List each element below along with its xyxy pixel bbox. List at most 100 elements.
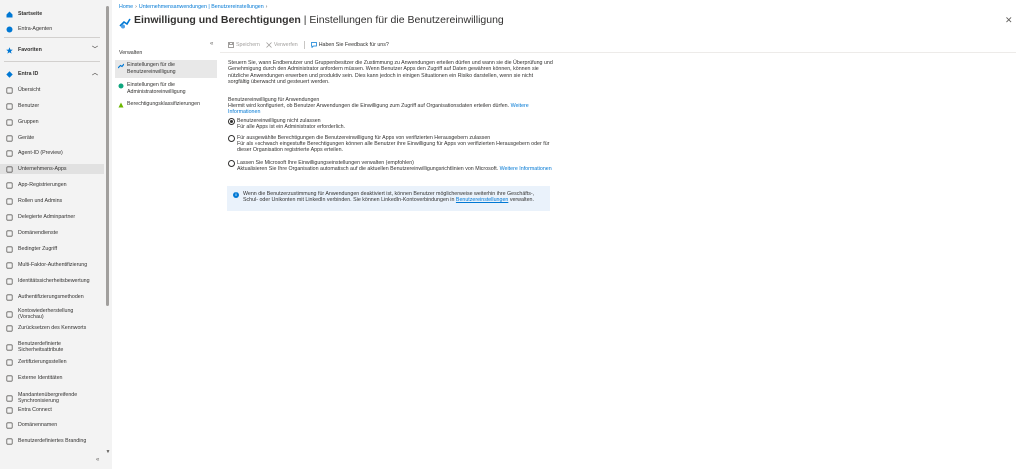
nav-item-label: Delegierte Adminpartner	[18, 214, 76, 220]
domain-services-icon	[3, 228, 15, 238]
nav-item-label: Externe Identitäten	[18, 375, 63, 381]
nav-item-rollen-und-admins[interactable]: Rollen und Admins	[0, 196, 104, 206]
scroll-down-icon[interactable]: ▼	[104, 449, 112, 455]
nav-item-favoriten[interactable]: Favoriten ﹀	[0, 45, 104, 55]
nav-item-label: Übersicht	[18, 87, 41, 93]
nav-item-label: Kontowiederherstellung (Vorschau)	[18, 308, 74, 320]
chevron-up-icon[interactable]: ︿	[92, 69, 98, 79]
nav-item-label: Zertifizierungsstellen	[18, 359, 67, 365]
blade-nav-item-user-consent[interactable]: Einstellungen für die Benutzereinwilligu…	[115, 60, 217, 78]
nav-item-kontowiederherstellung-vorschau[interactable]: Kontowiederherstellung (Vorschau)	[0, 307, 104, 321]
nav-item-entra-agenten[interactable]: Entra-Agenten	[0, 24, 104, 34]
nav-item-benutzerdefiniertes-branding[interactable]: Benutzerdefiniertes Branding	[0, 436, 104, 446]
nav-item-benutzer[interactable]: Benutzer	[0, 101, 104, 111]
nav-item-externe-identitäten[interactable]: Externe Identitäten	[0, 373, 104, 383]
star-icon	[3, 45, 15, 55]
nav-item-identitätssicherheitsbewertung[interactable]: Identitätssicherheitsbewertung	[0, 276, 104, 286]
nav-item-authentifizierungsmethoden[interactable]: Authentifizierungsmethoden	[0, 292, 104, 302]
user-settings-link[interactable]: Benutzereinstellungen	[456, 197, 508, 203]
nav-item-label: Gruppen	[18, 119, 39, 125]
home-icon	[3, 9, 15, 19]
blade-nav-item-classifications[interactable]: Berechtigungsklassifizierungen	[115, 101, 217, 109]
blade-nav-label: Einstellungen für die Administratoreinwi…	[127, 82, 186, 95]
nav-item-label: Mandantenübergreifende Synchronisierung	[18, 392, 78, 404]
conditional-access-icon	[3, 244, 15, 254]
group-icon	[3, 117, 15, 127]
consent-icon	[115, 62, 127, 78]
diamond-icon	[3, 69, 15, 79]
mfa-icon	[3, 260, 15, 270]
admin-consent-icon	[115, 82, 127, 97]
nav-item-app-registrierungen[interactable]: App-Registrierungen	[0, 180, 104, 190]
partner-icon	[3, 212, 15, 222]
nav-item-label: Startseite	[18, 11, 43, 17]
nav-item-label: Domänennamen	[18, 422, 58, 428]
nav-scrollbar-thumb[interactable]	[106, 6, 109, 306]
option-verified-desc: Für als »schwach eingestufte Berechtigun…	[237, 141, 550, 154]
nav-item-zertifizierungsstellen[interactable]: Zertifizierungsstellen	[0, 357, 104, 367]
nav-item-bedingter-zugriff[interactable]: Bedingter Zugriff	[0, 244, 104, 254]
nav-item-übersicht[interactable]: Übersicht	[0, 85, 104, 95]
app-root: Startseite Entra-Agenten Favoriten ﹀ Entra I…	[0, 0, 1024, 469]
radio-no-consent[interactable]	[228, 118, 235, 125]
nav-item-label: Domänendienste	[18, 230, 59, 236]
cross-tenant-sync-icon	[3, 393, 15, 403]
nav-item-entra-id[interactable]: Entra ID ︿	[0, 69, 104, 79]
breadcrumb-home[interactable]: Home	[119, 4, 133, 10]
info-icon: i	[233, 192, 239, 198]
option-no-consent-desc: Für alle Apps ist ein Administrator erfo…	[237, 124, 346, 130]
nav-item-gruppen[interactable]: Gruppen	[0, 117, 104, 127]
nav-item-label: Entra-Agenten	[18, 26, 53, 32]
nav-item-geräte[interactable]: Geräte	[0, 133, 104, 143]
nav-item-agent-id-preview[interactable]: Agent-ID (Preview)	[0, 148, 104, 158]
classification-icon	[115, 101, 127, 109]
device-icon	[3, 133, 15, 143]
nav-item-mandantenübergreifende-synchronisierung[interactable]: Mandantenübergreifende Synchronisierung	[0, 391, 104, 405]
nav-item-label: Multi-Faktor-Authentifizierung	[18, 262, 88, 268]
nav-item-unternehmens-apps[interactable]: Unternehmens-Apps	[0, 164, 104, 174]
feedback-icon	[310, 42, 317, 48]
nav-item-domänendienste[interactable]: Domänendienste	[0, 228, 104, 238]
nav-item-label: Benutzerdefinierte Sicherheitsattribute	[18, 341, 64, 353]
nav-item-label: Identitätssicherheitsbewertung	[18, 278, 90, 284]
nav-item-label: Favoriten	[18, 47, 42, 53]
collapse-menu-icon[interactable]: «	[210, 41, 213, 47]
close-button[interactable]: ✕	[1005, 15, 1013, 26]
nav-item-entra-connect[interactable]: Entra Connect	[0, 405, 104, 415]
chevron-down-icon[interactable]: ﹀	[92, 45, 98, 55]
nav-item-label: Entra Connect	[18, 407, 52, 413]
radio-verified-publishers[interactable]	[228, 135, 235, 142]
page-title: Einwilligung und Berechtigungen | Einste…	[134, 14, 504, 26]
discard-button[interactable]: Verwerfen	[266, 42, 298, 48]
feedback-button[interactable]: Haben Sie Feedback für uns?	[310, 42, 389, 48]
learn-more-link[interactable]: Weitere Informationen	[500, 166, 552, 172]
breadcrumb-enterprise-apps[interactable]: Unternehmensanwendungen | Benutzereinste…	[139, 4, 264, 10]
save-icon	[228, 42, 234, 48]
nav-item-label: Unternehmens-Apps	[18, 166, 67, 172]
consent-icon	[119, 18, 131, 29]
nav-item-label: Entra ID	[18, 71, 39, 77]
save-label: Speichern	[236, 42, 260, 48]
blade-nav-item-admin-consent[interactable]: Einstellungen für die Administratoreinwi…	[115, 82, 217, 97]
nav-item-label: Bedingter Zugriff	[18, 246, 58, 252]
nav-item-label: App-Registrierungen	[18, 182, 67, 188]
radio-microsoft-managed[interactable]	[228, 160, 235, 167]
option-microsoft-desc: Aktualisieren Sie Ihre Organisation auto…	[237, 166, 555, 172]
nav-item-benutzerdefinierte-sicherheitsattribute[interactable]: Benutzerdefinierte Sicherheitsattribute	[0, 340, 104, 354]
double-chevron-left-icon[interactable]: «	[96, 457, 99, 463]
agent-id-icon	[3, 148, 15, 158]
branding-icon	[3, 436, 15, 446]
certificate-icon	[3, 357, 15, 367]
entra-connect-icon	[3, 405, 15, 415]
nav-item-domänennamen[interactable]: Domänennamen	[0, 420, 104, 430]
close-icon	[266, 42, 272, 48]
nav-item-startseite[interactable]: Startseite	[0, 9, 104, 19]
nav-item-zurücksetzen-des-kennworts[interactable]: Zurücksetzen des Kennworts	[0, 323, 104, 333]
more-options-icon[interactable]: ···	[473, 15, 480, 22]
app-registrations-icon	[3, 180, 15, 190]
nav-item-multi-faktor-authentifizierung[interactable]: Multi-Faktor-Authentifizierung	[0, 260, 104, 270]
account-recovery-icon	[3, 309, 15, 319]
password-reset-icon	[3, 323, 15, 333]
save-button[interactable]: Speichern	[228, 42, 260, 48]
nav-item-delegierte-adminpartner[interactable]: Delegierte Adminpartner	[0, 212, 104, 222]
